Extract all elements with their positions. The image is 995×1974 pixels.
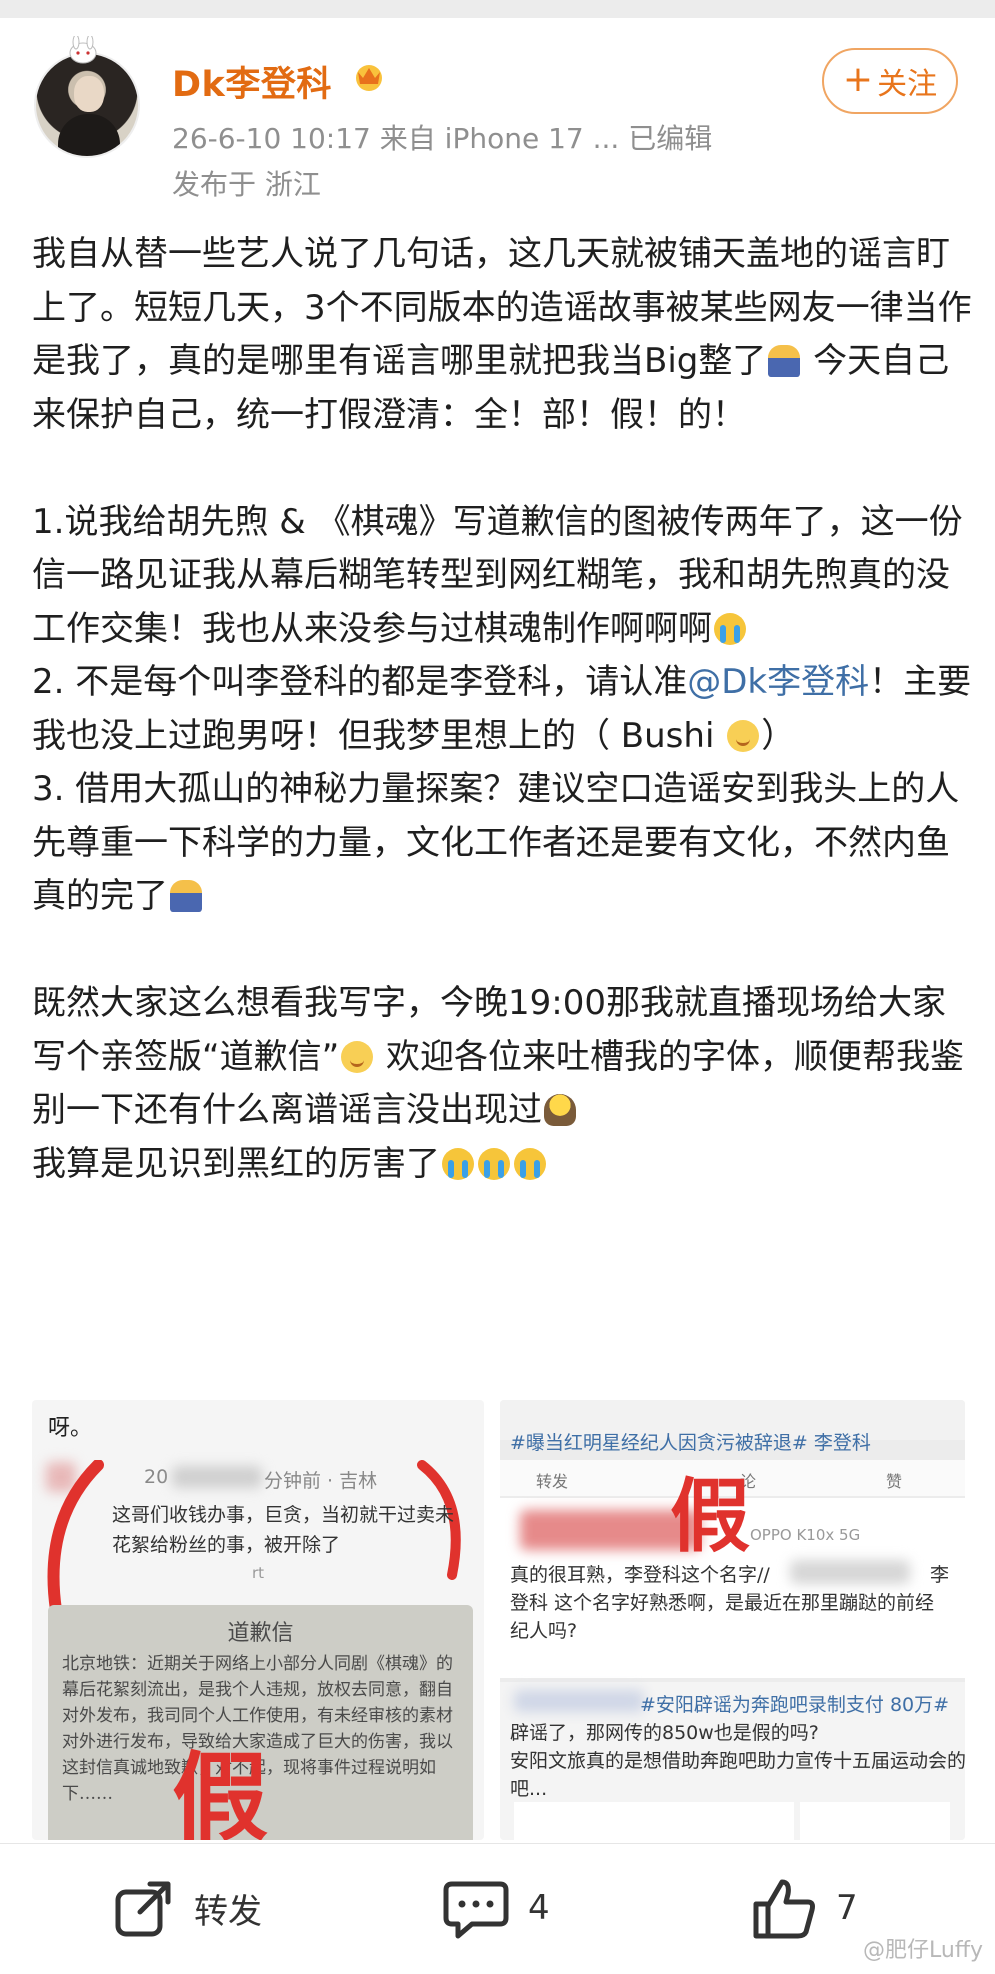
post-item-1: 1.说我给胡先煦 & 《棋魂》写道歉信的图被传两年了，这一份信一路见证我从幕后糊… bbox=[32, 501, 963, 649]
repost-icon bbox=[115, 1881, 171, 1937]
fake-stamp: 假 bbox=[172, 1741, 268, 1840]
comment-count: 4 bbox=[528, 1888, 550, 1928]
blurred-text bbox=[514, 1690, 644, 1712]
post-image-right[interactable]: #曝当红明星经纪人因贪污被辞退# 李登科 转发 论 赞 假 OPPO K10x … bbox=[500, 1400, 965, 1840]
post-item-2: 2. 不是每个叫李登科的都是李登科，请认准@Dk李登科！主要我也没上过跑男呀！但… bbox=[32, 662, 972, 756]
post-image-left[interactable]: 呀。 20 分钟前 · 吉林 这哥们收钱办事，巨贪，当初就干过卖未 花絮给粉丝的… bbox=[32, 1400, 484, 1840]
comment-button[interactable]: 4 bbox=[442, 1868, 550, 1948]
post-item-3: 3. 借用大孤山的神秘力量探案？建议空口造谣安到我头上的人先尊重一下科学的力量，… bbox=[32, 769, 960, 916]
repost-button[interactable]: 转发 bbox=[112, 1868, 262, 1948]
repost-label: 转发 bbox=[194, 1891, 262, 1932]
emoji-cry-icon bbox=[514, 1147, 546, 1180]
vip-crown-icon bbox=[356, 65, 382, 91]
post-body: 我自从替一些艺人说了几句话，这几天就被铺天盖地的谣言盯上了。短短几天，3个不同版… bbox=[32, 228, 972, 1191]
emoji-cry-icon bbox=[714, 612, 746, 645]
avatar-face bbox=[74, 76, 104, 112]
like-button[interactable]: 7 bbox=[752, 1868, 858, 1948]
post-meta: 26-6-10 10:17 来自 iPhone 17 ... 已编辑 bbox=[172, 122, 713, 155]
thumbs-up-icon bbox=[753, 1879, 815, 1939]
emoji-figure-icon bbox=[768, 345, 801, 377]
blurred-text bbox=[790, 1560, 910, 1584]
status-strip bbox=[0, 0, 995, 18]
watermark: @肥仔Luffy bbox=[863, 1938, 983, 1963]
mention-link[interactable]: @Dk李登科 bbox=[687, 662, 869, 702]
post-paragraph: 我自从替一些艺人说了几句话，这几天就被铺天盖地的谣言盯上了。短短几天，3个不同版… bbox=[32, 234, 972, 435]
emoji-smile-icon bbox=[341, 1040, 374, 1073]
embedded-screenshot bbox=[800, 1802, 950, 1840]
blurred-text bbox=[172, 1466, 262, 1488]
follow-label: 关注 bbox=[877, 67, 938, 102]
avatar-body bbox=[58, 114, 120, 156]
follow-button[interactable]: + 关注 bbox=[822, 48, 958, 114]
emoji-smile-icon bbox=[727, 719, 760, 752]
embedded-screenshot bbox=[514, 1802, 794, 1840]
fake-stamp: 假 bbox=[670, 1469, 750, 1563]
action-divider bbox=[0, 1843, 995, 1844]
bunny-badge-icon bbox=[69, 36, 97, 64]
emoji-cry-icon bbox=[478, 1147, 510, 1180]
emoji-doll-icon bbox=[170, 880, 202, 912]
post-paragraph-2: 既然大家这么想看我写字，今晚19:00那我就直播现场给大家写个亲签版“道歉信” … bbox=[32, 983, 965, 1130]
username[interactable]: Dk李登科 bbox=[172, 56, 332, 107]
like-count: 7 bbox=[836, 1888, 858, 1928]
post-paragraph-3: 我算是见识到黑红的厉害了 bbox=[32, 1138, 972, 1192]
comment-icon bbox=[443, 1881, 509, 1939]
avatar[interactable] bbox=[34, 52, 140, 158]
plus-icon: + bbox=[842, 59, 874, 100]
emoji-bulb-icon bbox=[544, 1094, 576, 1126]
emoji-cry-icon bbox=[442, 1147, 474, 1180]
post-location: 发布于 浙江 bbox=[172, 168, 321, 201]
